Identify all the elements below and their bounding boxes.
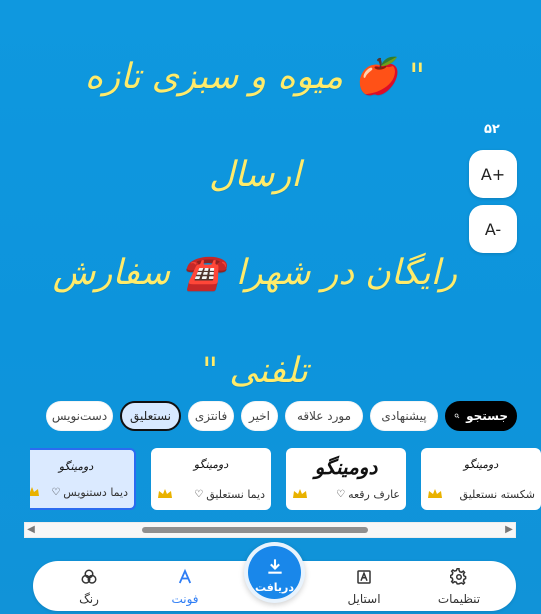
heart-icon[interactable]: ♡	[194, 489, 203, 500]
tab-suggested[interactable]: پیشنهادی	[370, 400, 438, 431]
download-label: دریافت	[254, 581, 295, 594]
nav-color[interactable]: رنگ	[54, 568, 124, 606]
font-category-tabs: جستجو پیشنهادی مورد علاقه اخیر فانتزی نس…	[24, 399, 517, 432]
search-icon	[454, 413, 460, 418]
tab-nastaliq[interactable]: نستعلیق	[120, 400, 181, 431]
canvas-text: " 🍎 میوه و سبزی تازه ارسال رایگان در شهر…	[52, 57, 458, 391]
font-icon	[178, 568, 192, 584]
font-card[interactable]: دومینگو شکسته نستعلیق	[421, 448, 541, 510]
font-card-selected[interactable]: دومینگو ♡ دیما دستنویس	[30, 448, 136, 510]
crown-icon	[30, 486, 40, 498]
search-label: جستجو	[466, 408, 508, 423]
tab-recent[interactable]: اخیر	[241, 400, 278, 431]
horizontal-scrollbar[interactable]: ◀ ▶	[24, 522, 516, 538]
nav-font-label: فونت	[171, 592, 199, 606]
font-card[interactable]: دومینگو ♡ عارف رقعه	[286, 448, 406, 510]
font-name: عارف رقعه	[348, 487, 400, 501]
font-name: دیما نستعلیق	[206, 487, 265, 501]
heart-icon[interactable]: ♡	[336, 489, 345, 500]
scroll-left-icon[interactable]: ◀	[26, 525, 36, 535]
scroll-thumb[interactable]	[142, 527, 368, 533]
crown-icon	[292, 488, 308, 500]
decrease-font-size-button[interactable]: A-	[469, 205, 517, 253]
nav-font[interactable]: فونت	[150, 568, 220, 606]
gear-icon	[449, 567, 467, 586]
font-card[interactable]: دومینگو ♡ دیما نستعلیق	[151, 448, 271, 510]
font-name: دیما دستنویس	[63, 485, 128, 499]
font-sample: دومینگو	[314, 455, 378, 479]
font-carousel: دومینگو شکسته نستعلیق دومینگو ♡ عارف رقع…	[30, 448, 541, 510]
font-sample: دومینگو	[463, 458, 499, 471]
nav-style-label: استایل	[347, 592, 381, 606]
crown-icon	[157, 488, 173, 500]
font-name: شکسته نستعلیق	[459, 487, 535, 501]
scroll-right-icon[interactable]: ▶	[504, 525, 514, 535]
palette-icon	[81, 569, 97, 584]
tab-favorites[interactable]: مورد علاقه	[285, 400, 363, 431]
style-icon	[357, 570, 371, 584]
nav-settings-label: تنظیمات	[437, 592, 481, 606]
tab-handwriting[interactable]: دست‌نویس	[46, 400, 113, 431]
download-icon	[267, 559, 282, 574]
nav-color-label: رنگ	[79, 592, 99, 606]
download-button[interactable]: دریافت	[244, 542, 305, 603]
font-sample: دومینگو	[58, 460, 94, 473]
tab-fantasy[interactable]: فانتزی	[188, 400, 234, 431]
crown-icon	[427, 488, 443, 500]
heart-icon[interactable]: ♡	[51, 487, 60, 498]
search-button[interactable]: جستجو	[445, 400, 517, 431]
font-size-value: ۵۲	[484, 122, 500, 137]
increase-font-size-button[interactable]: A+	[469, 150, 517, 198]
nav-settings[interactable]: تنظیمات	[424, 567, 494, 606]
nav-style[interactable]: استایل	[329, 568, 399, 606]
font-sample: دومینگو	[193, 458, 229, 471]
